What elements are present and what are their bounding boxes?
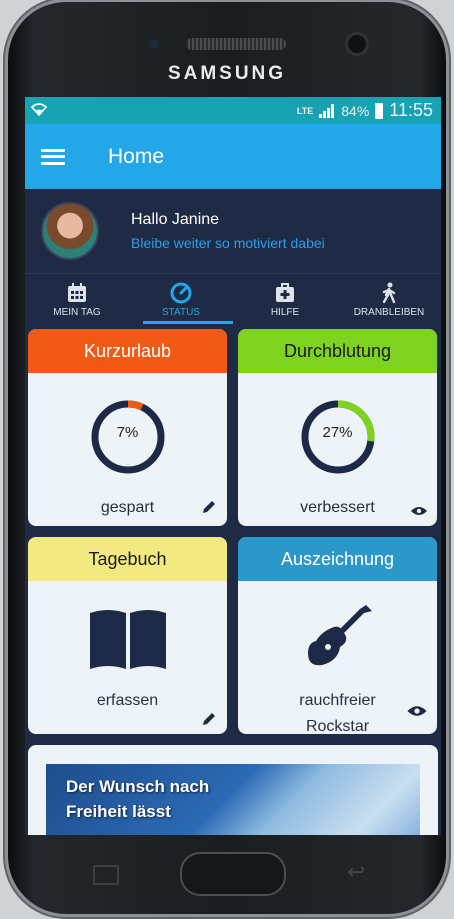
hamburger-menu-icon[interactable] [41, 148, 65, 165]
tab-label: HILFE [270, 307, 300, 318]
banner-line: Der Wunsch nach [66, 777, 210, 796]
eye-icon[interactable] [407, 704, 427, 722]
book-icon [90, 610, 166, 669]
eye-icon[interactable] [411, 503, 427, 521]
earpiece [186, 38, 286, 50]
card-kurzurlaub[interactable]: Kurzurlaub 7% gespart [28, 329, 227, 526]
brand-logo: SAMSUNG [167, 63, 287, 84]
greeting-text: Hallo Janine [131, 211, 220, 228]
tab-label: STATUS [162, 307, 200, 318]
tab-bar: MEIN TAG STATUS HILFE DRANBLEIBEN [25, 273, 441, 324]
back-icon[interactable]: ↩ [347, 859, 365, 885]
guitar-icon [308, 605, 372, 666]
clock: 11:55 [389, 100, 433, 120]
app-screen: LTE 84% 11:55 Home Hallo Janine Bleibe w… [25, 97, 441, 835]
card-footer: verbessert [300, 499, 375, 516]
pencil-icon[interactable] [201, 499, 217, 520]
front-camera [348, 35, 366, 53]
wifi-icon [30, 102, 48, 119]
page-title: Home [108, 144, 165, 168]
sensor [149, 39, 159, 49]
status-bar: LTE 84% 11:55 [25, 97, 441, 124]
banner-line: Freiheit lässt [66, 802, 171, 821]
motivation-banner[interactable]: Der Wunsch nach Freiheit lässt [28, 745, 438, 835]
card-durchblutung[interactable]: Durchblutung 27% verbessert [238, 329, 437, 526]
card-title: Tagebuch [28, 537, 227, 581]
tab-hilfe[interactable]: HILFE [233, 274, 337, 324]
tab-dranbleiben[interactable]: DRANBLEIBEN [337, 274, 441, 324]
app-bar: Home [25, 124, 441, 189]
tab-label: MEIN TAG [53, 307, 101, 318]
network-type: LTE [296, 105, 314, 116]
card-title: Auszeichnung [238, 537, 437, 581]
motivation-text: Bleibe weiter so motiviert dabei [131, 235, 325, 251]
first-aid-icon [274, 282, 296, 304]
home-button[interactable] [180, 852, 286, 896]
profile-header: Hallo Janine Bleibe weiter so motiviert … [25, 189, 441, 273]
calendar-icon [66, 282, 88, 304]
tab-status[interactable]: STATUS [129, 274, 233, 324]
card-tagebuch[interactable]: Tagebuch erfassen [28, 537, 227, 734]
card-title: Durchblutung [238, 329, 437, 373]
signal-icon [319, 103, 335, 118]
status-cards: Kurzurlaub 7% gespart Durchblutung 27% v… [25, 324, 441, 734]
banner-text: Der Wunsch nach Freiheit lässt [66, 774, 209, 824]
progress-value: 27% [322, 424, 353, 441]
tab-label: DRANBLEIBEN [353, 307, 425, 318]
battery-percent: 84% [341, 102, 370, 119]
card-title: Kurzurlaub [28, 329, 227, 373]
speedometer-icon [170, 282, 192, 304]
card-footer: gespart [100, 499, 155, 516]
tab-mein-tag[interactable]: MEIN TAG [25, 274, 129, 324]
progress-value: 7% [116, 424, 139, 441]
hardware-nav: ↩ [25, 835, 441, 905]
pencil-icon[interactable] [201, 711, 217, 732]
card-auszeichnung[interactable]: Auszeichnung rauchfreier Rockstar [238, 537, 437, 734]
recent-apps-icon[interactable] [93, 865, 119, 885]
avatar[interactable] [41, 202, 99, 260]
card-footer: erfassen [96, 692, 159, 709]
battery-icon [375, 102, 384, 119]
walking-person-icon [378, 282, 400, 304]
